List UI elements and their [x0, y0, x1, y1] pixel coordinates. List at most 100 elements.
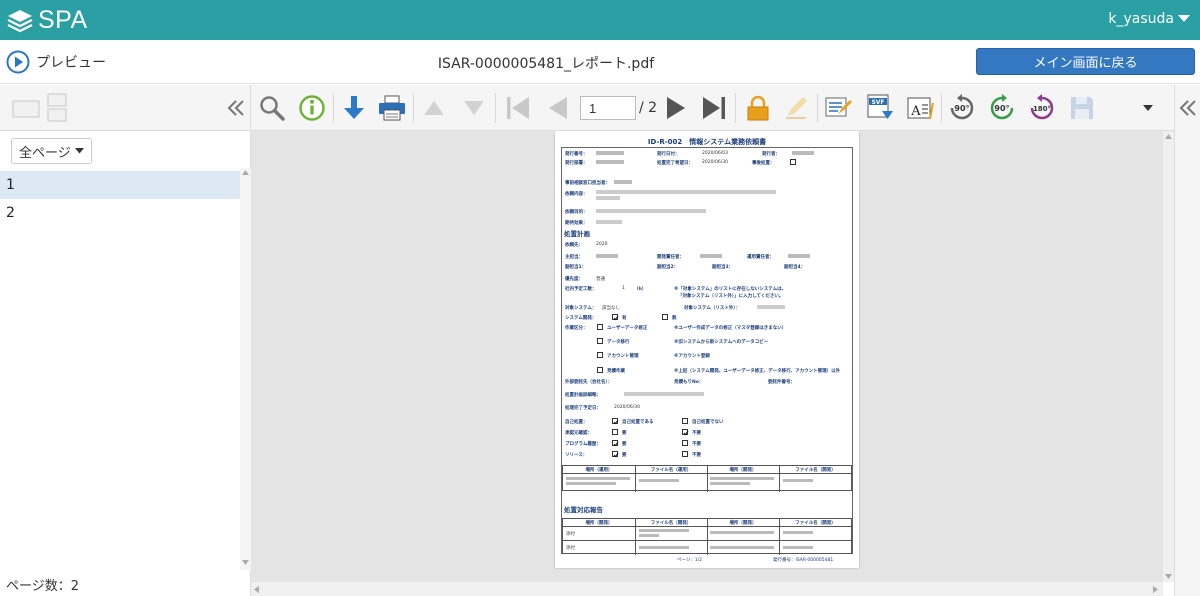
save-button[interactable]	[1065, 91, 1099, 125]
pdf-option: 不要	[692, 431, 701, 436]
annotate-button[interactable]	[821, 91, 855, 125]
rotate-90-cw-icon: 90°	[990, 94, 1014, 120]
pdf-redacted-value	[596, 190, 776, 194]
prev-icon	[424, 101, 444, 115]
text-icon: A	[907, 97, 934, 119]
pdf-label: 処置計画詳細略：	[565, 393, 601, 398]
pdf-checkbox	[682, 451, 688, 457]
prev-result-button[interactable]	[417, 91, 451, 125]
pdf-redacted-value	[596, 151, 624, 155]
page-list-item-2[interactable]: 2	[0, 199, 240, 227]
pdf-label: 事前相談窓口担当者：	[565, 181, 610, 186]
pdf-option: 見積作業	[607, 369, 625, 374]
rotate-right-button[interactable]: 90°	[985, 91, 1019, 125]
pdf-checkbox	[597, 324, 603, 330]
toolbar-separator	[495, 93, 496, 123]
info-button[interactable]	[295, 91, 329, 125]
pdf-option: 要	[622, 453, 627, 458]
pdf-label: 発行日付：	[657, 152, 680, 157]
user-name: k_yasuda	[1108, 11, 1174, 27]
svf-icon: SVF	[867, 94, 893, 119]
back-to-main-button[interactable]: メイン画面に戻る	[976, 48, 1195, 75]
pdf-cell: 添付	[566, 532, 575, 537]
security-button[interactable]	[741, 91, 775, 125]
rotate-left-button[interactable]: 90°	[945, 91, 979, 125]
svg-text:180°: 180°	[1033, 105, 1051, 113]
search-button[interactable]	[255, 91, 289, 125]
next-page-button[interactable]	[659, 91, 693, 125]
pdf-redacted-value	[783, 546, 813, 549]
right-panel-toggle[interactable]	[1174, 85, 1200, 596]
pdf-label: 期待効果：	[565, 221, 588, 226]
two-page-view-icon[interactable]	[46, 93, 68, 123]
next-result-button[interactable]	[457, 91, 491, 125]
edit-icon	[786, 97, 807, 119]
pdf-table-header: 場所（開発）	[729, 468, 757, 473]
pdf-checkbox	[612, 429, 618, 435]
pdf-note: ※旧システムから新システムへのデータコピー	[674, 340, 769, 345]
user-menu[interactable]: k_yasuda	[1108, 11, 1190, 27]
pdf-option: 要	[622, 442, 627, 447]
pdf-option: ユーザーデータ修正	[607, 326, 648, 331]
page-list-item-1[interactable]: 1	[0, 171, 240, 199]
pdf-label: 外部委託先（会社名）：	[565, 380, 613, 385]
document-viewer[interactable]: ID-R-002 情報システム業務依頼書 発行番号： 発行日付： 2020/06…	[251, 131, 1163, 582]
page-filter-dropdown[interactable]: 全ページ	[11, 138, 92, 164]
pdf-redacted-value	[596, 220, 622, 224]
viewer-vertical-scrollbar[interactable]	[1163, 131, 1174, 582]
search-icon	[260, 96, 285, 121]
edit-disabled-button[interactable]	[779, 91, 813, 125]
pdf-option: データ移行	[607, 340, 630, 345]
scroll-right-icon	[1153, 586, 1158, 593]
pdf-label: 優先度：	[565, 277, 583, 282]
page-number-input[interactable]	[580, 96, 636, 120]
first-page-button[interactable]	[501, 91, 535, 125]
sidebar-scrollbar[interactable]	[240, 168, 251, 570]
app-logo[interactable]: SPA	[6, 6, 88, 35]
pdf-redacted-value	[596, 160, 624, 164]
pdf-label: 副担当1：	[565, 265, 587, 270]
pdf-table-header: ファイル名（開発）	[795, 468, 836, 473]
single-page-view-icon[interactable]	[12, 97, 40, 119]
scroll-down-icon	[1165, 574, 1172, 579]
pdf-label: （h）	[634, 287, 647, 292]
first-page-icon	[507, 97, 529, 119]
pdf-value: 2020/06/30	[614, 405, 640, 410]
pdf-label: プログラム履歴：	[565, 442, 601, 447]
pdf-note: ※上記（システム開発、ユーザーデータ修正、データ移行、アカウント管理）以外	[674, 369, 841, 374]
pdf-redacted-value	[639, 546, 689, 549]
pdf-label: 対象システム（リスト外）：	[684, 306, 741, 311]
prev-page-button[interactable]	[541, 91, 575, 125]
pdf-option: 自己処置である	[622, 420, 654, 425]
pdf-redacted-value	[614, 180, 632, 184]
text-export-button[interactable]: A	[903, 91, 937, 125]
info-icon	[299, 95, 325, 121]
pdf-label: リリース：	[565, 453, 588, 458]
pdf-label: 副担当2：	[657, 265, 679, 270]
toolbar-separator	[817, 93, 818, 123]
rotate-180-button[interactable]: 180°	[1025, 91, 1059, 125]
print-button[interactable]	[375, 91, 409, 125]
pdf-label: 依頼内容：	[565, 192, 588, 197]
svg-text:90°: 90°	[954, 104, 969, 113]
pdf-title: ID-R-002 情報システム業務依頼書	[647, 138, 767, 146]
pdf-label: 社内予定工数：	[565, 287, 597, 292]
svf-export-button[interactable]: SVF	[863, 91, 897, 125]
pdf-value: 普通	[596, 277, 605, 282]
pdf-section-plan: 処置計画	[564, 230, 590, 238]
collapse-left-icon[interactable]	[226, 98, 246, 118]
more-options-button[interactable]	[1131, 91, 1165, 125]
pdf-redacted-value	[624, 392, 704, 396]
pdf-table-header: ファイル名（運用）	[650, 468, 692, 473]
svg-text:A: A	[910, 104, 921, 119]
scroll-up-icon	[1165, 134, 1172, 139]
pdf-option: 不要	[692, 453, 701, 458]
pdf-checkbox-checked	[612, 451, 619, 458]
last-page-button[interactable]	[697, 91, 731, 125]
download-button[interactable]	[337, 91, 371, 125]
top-bar: SPA k_yasuda	[0, 0, 1200, 40]
viewer-horizontal-scrollbar[interactable]	[251, 582, 1163, 596]
pdf-redacted-value	[792, 151, 814, 155]
pdf-footer-docno: 発行番号：ISAR-000005481	[773, 558, 834, 563]
pdf-checkbox	[597, 367, 603, 373]
